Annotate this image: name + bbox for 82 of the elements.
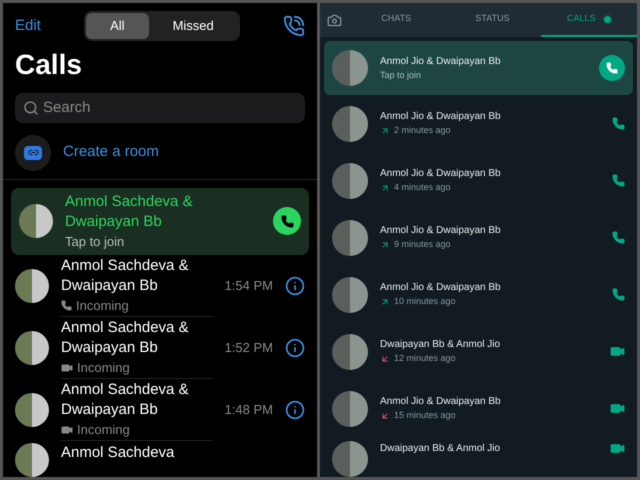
group-avatar bbox=[19, 204, 53, 238]
call-row[interactable]: Dwaipayan Bb & Anmol Jio bbox=[320, 437, 637, 477]
call-time: 10 minutes ago bbox=[394, 295, 456, 308]
video-link-icon bbox=[15, 134, 51, 170]
call-subtitle: Tap to join bbox=[65, 232, 126, 251]
segment-tab[interactable]: Missed bbox=[148, 13, 238, 38]
call-name: Dwaipayan Bb & Anmol Jio bbox=[380, 442, 502, 456]
group-avatar bbox=[332, 106, 368, 142]
phone-icon[interactable] bbox=[612, 174, 625, 187]
segment-tab[interactable]: All bbox=[86, 13, 149, 38]
call-status: Incoming bbox=[77, 358, 130, 377]
call-name: Anmol Sachdeva & Dwaipayan Bb bbox=[61, 256, 190, 296]
video-icon[interactable] bbox=[610, 401, 625, 416]
call-time: 4 minutes ago bbox=[394, 181, 451, 194]
call-row[interactable]: Anmol Sachdeva & Dwaipayan Bb Incoming 1:54 PM bbox=[3, 255, 317, 317]
call-name: Dwaipayan Bb & Anmol Jio bbox=[380, 338, 502, 352]
call-name: Anmol Jio & Dwaipayan Bb bbox=[380, 224, 502, 238]
nav-tab[interactable]: CHATS bbox=[348, 3, 444, 38]
call-name: Anmol Jio & Dwaipayan Bb bbox=[380, 395, 502, 410]
video-icon[interactable] bbox=[610, 441, 625, 456]
group-avatar bbox=[332, 220, 368, 256]
group-avatar bbox=[332, 441, 368, 477]
call-name: Anmol Sachdeva & Dwaipayan Bb bbox=[61, 318, 190, 358]
group-avatar bbox=[15, 443, 49, 477]
call-name: Anmol Jio & Dwaipayan Bb bbox=[380, 110, 502, 124]
info-icon[interactable] bbox=[285, 276, 305, 296]
phone-icon bbox=[280, 214, 294, 228]
call-subtitle: Tap to join bbox=[380, 68, 422, 82]
phone-icon[interactable] bbox=[612, 231, 625, 244]
group-avatar bbox=[332, 390, 368, 426]
call-row[interactable]: Dwaipayan Bb & Anmol Jio 12 minutes ago bbox=[320, 323, 637, 380]
phone-icon bbox=[61, 300, 72, 311]
search-field[interactable]: Search bbox=[15, 92, 305, 122]
nav-tab[interactable]: CALLS bbox=[540, 3, 637, 38]
call-status: Incoming bbox=[77, 420, 130, 439]
call-row[interactable]: Anmol Sachdeva & Dwaipayan Bb Incoming 1:52 PM bbox=[3, 317, 317, 379]
call-time: 1:54 PM bbox=[224, 277, 273, 296]
group-avatar bbox=[332, 334, 368, 370]
call-row[interactable]: Anmol Jio & Dwaipayan Bb 2 minutes ago bbox=[320, 95, 637, 152]
call-row[interactable]: Anmol Jio & Dwaipayan Bb 9 minutes ago bbox=[320, 209, 637, 266]
call-name: Anmol Sachdeva & Dwaipayan Bb bbox=[61, 380, 190, 420]
join-call-button[interactable] bbox=[273, 207, 301, 236]
call-name: Anmol Jio & Dwaipayan Bb bbox=[380, 54, 502, 69]
group-avatar bbox=[332, 162, 368, 198]
join-call-button[interactable] bbox=[599, 55, 625, 82]
phone-icon[interactable] bbox=[612, 117, 625, 130]
group-avatar bbox=[15, 331, 49, 365]
group-avatar bbox=[15, 393, 49, 427]
group-avatar bbox=[15, 269, 49, 303]
video-icon[interactable] bbox=[610, 344, 625, 359]
page-title: Calls bbox=[14, 48, 83, 80]
call-name: Anmol Sachdeva bbox=[61, 443, 174, 463]
call-time: 9 minutes ago bbox=[394, 238, 451, 252]
camera-icon[interactable] bbox=[326, 12, 342, 28]
phone-icon bbox=[606, 62, 618, 74]
call-name: Anmol Jio & Dwaipayan Bb bbox=[380, 167, 502, 182]
call-row[interactable]: Anmol Jio & Dwaipayan Bb 10 minutes ago bbox=[320, 266, 637, 323]
call-time: 15 minutes ago bbox=[394, 409, 456, 422]
active-call-card[interactable]: Anmol Jio & Dwaipayan Bb Tap to join bbox=[324, 41, 633, 95]
call-time: 2 minutes ago bbox=[394, 124, 451, 138]
search-icon bbox=[23, 100, 39, 116]
info-icon[interactable] bbox=[285, 400, 305, 420]
call-time: 1:52 PM bbox=[224, 339, 273, 358]
active-call-card[interactable]: Anmol Sachdeva & Dwaipayan Bb Tap to join bbox=[11, 188, 309, 255]
info-icon[interactable] bbox=[285, 338, 305, 358]
edit-link[interactable]: Edit bbox=[15, 14, 41, 37]
call-row[interactable]: Anmol Jio & Dwaipayan Bb 4 minutes ago bbox=[320, 152, 637, 209]
new-call-icon[interactable] bbox=[283, 14, 305, 37]
video-icon bbox=[61, 362, 73, 374]
call-status: Incoming bbox=[76, 296, 129, 315]
phone-icon[interactable] bbox=[612, 288, 625, 301]
group-avatar bbox=[332, 50, 368, 86]
call-row[interactable]: Anmol Sachdeva & Dwaipayan Bb Incoming 1:48 PM bbox=[3, 379, 317, 441]
call-row[interactable]: Anmol Jio & Dwaipayan Bb 15 minutes ago bbox=[320, 380, 637, 437]
call-time: 12 minutes ago bbox=[394, 352, 456, 366]
call-name: Anmol Jio & Dwaipayan Bb bbox=[380, 281, 502, 296]
nav-tab[interactable]: STATUS bbox=[444, 3, 541, 38]
create-room-link[interactable]: Create a room bbox=[63, 141, 159, 164]
call-time: 1:48 PM bbox=[224, 401, 273, 420]
group-avatar bbox=[332, 276, 368, 312]
call-name: Anmol Sachdeva & Dwaipayan Bb bbox=[65, 192, 194, 232]
video-icon bbox=[61, 424, 73, 436]
